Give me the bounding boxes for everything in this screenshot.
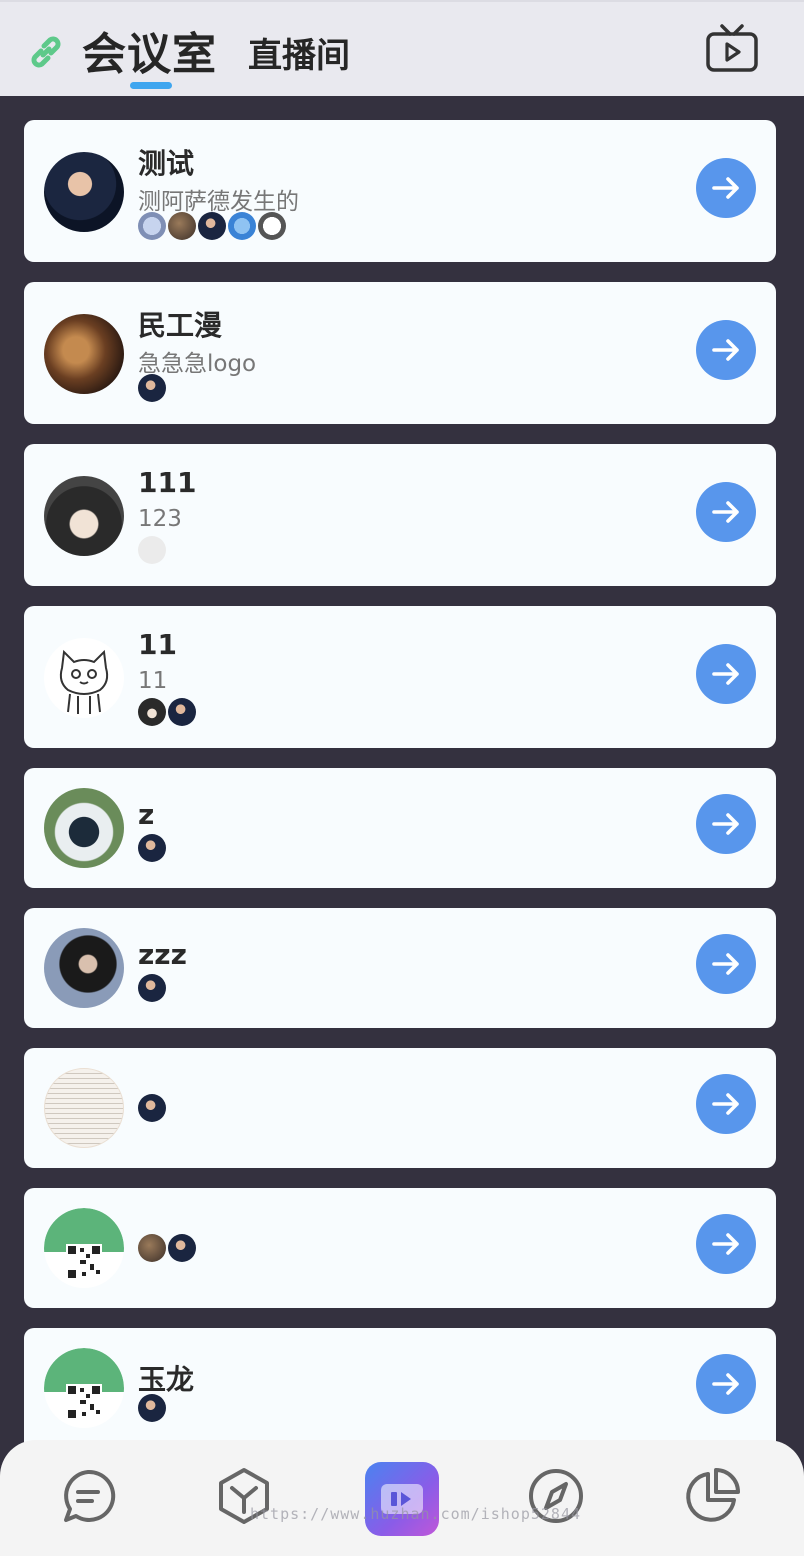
room-subtitle: 123 — [138, 506, 182, 532]
enter-room-button[interactable] — [696, 934, 756, 994]
arrow-right-icon — [712, 663, 739, 685]
top-header: 会议室 直播间 — [0, 0, 804, 96]
room-subtitle: 测阿萨德发生的 — [138, 189, 299, 215]
member-avatar — [138, 536, 166, 564]
enter-room-button[interactable] — [696, 1214, 756, 1274]
enter-room-button[interactable] — [696, 1074, 756, 1134]
arrow-right-icon — [712, 953, 739, 975]
room-card[interactable]: 测试 测阿萨德发生的 — [24, 120, 776, 262]
tv-play-icon[interactable] — [704, 22, 760, 74]
room-avatar — [44, 1208, 124, 1288]
member-avatars — [138, 974, 166, 1004]
active-tab-indicator — [130, 82, 172, 89]
room-avatar — [44, 476, 124, 556]
chat-icon[interactable] — [58, 1466, 118, 1526]
room-card[interactable]: 玉龙 — [24, 1328, 776, 1458]
member-avatars — [138, 212, 286, 242]
room-avatar — [44, 152, 124, 232]
enter-room-button[interactable] — [696, 1354, 756, 1414]
room-avatar — [44, 788, 124, 868]
member-avatars — [138, 834, 166, 864]
arrow-right-icon — [712, 339, 739, 361]
arrow-right-icon — [712, 1233, 739, 1255]
room-avatar — [44, 1068, 124, 1148]
member-avatar — [138, 1394, 166, 1422]
member-avatar — [138, 1094, 166, 1122]
video-camera-icon — [381, 1484, 423, 1514]
cat-sketch-icon — [59, 649, 109, 714]
member-avatar — [138, 698, 166, 726]
room-avatar — [44, 928, 124, 1008]
member-avatars — [138, 374, 166, 404]
room-card[interactable] — [24, 1048, 776, 1168]
member-avatars — [138, 1394, 166, 1424]
room-title: 11 — [138, 628, 177, 661]
qr-code-icon — [44, 1348, 124, 1420]
room-subtitle: 11 — [138, 668, 168, 694]
room-card[interactable]: z — [24, 768, 776, 888]
arrow-right-icon — [712, 1373, 739, 1395]
arrow-right-icon — [712, 177, 739, 199]
room-avatar — [44, 314, 124, 394]
room-subtitle: 急急急logo — [138, 351, 257, 377]
enter-room-button[interactable] — [696, 158, 756, 218]
arrow-right-icon — [712, 1093, 739, 1115]
enter-room-button[interactable] — [696, 482, 756, 542]
bottom-tab-bar — [0, 1440, 804, 1556]
member-avatar — [168, 698, 196, 726]
member-avatars — [138, 698, 196, 728]
room-avatar — [44, 1348, 124, 1428]
tab-live-room[interactable]: 直播间 — [248, 28, 350, 77]
room-avatar — [44, 638, 124, 718]
member-avatar — [168, 1234, 196, 1262]
arrow-right-icon — [712, 501, 739, 523]
member-avatars — [138, 1094, 166, 1124]
link-icon[interactable] — [26, 32, 66, 72]
watermark-text: https://www.huzhan.com/ishop52844 — [250, 1505, 582, 1523]
room-title: 111 — [138, 466, 197, 499]
video-meeting-icon[interactable] — [365, 1462, 439, 1536]
member-avatar — [138, 834, 166, 862]
qr-code-icon — [44, 1208, 124, 1280]
room-title: 民工漫 — [138, 309, 223, 342]
member-avatars — [138, 536, 166, 566]
pie-chart-icon[interactable] — [682, 1466, 742, 1526]
member-avatar — [138, 974, 166, 1002]
room-title: zzz — [138, 938, 187, 971]
member-avatar — [138, 212, 166, 240]
arrow-right-icon — [712, 813, 739, 835]
room-card[interactable]: 11 11 — [24, 606, 776, 748]
enter-room-button[interactable] — [696, 794, 756, 854]
member-avatar — [258, 212, 286, 240]
room-title: 测试 — [138, 147, 195, 180]
enter-room-button[interactable] — [696, 320, 756, 380]
room-title: z — [138, 798, 155, 831]
member-avatar — [198, 212, 226, 240]
member-avatar — [168, 212, 196, 240]
room-card[interactable]: 民工漫 急急急logo — [24, 282, 776, 424]
member-avatar — [228, 212, 256, 240]
room-title: 玉龙 — [138, 1363, 195, 1396]
room-card[interactable] — [24, 1188, 776, 1308]
tab-meeting-room[interactable]: 会议室 — [82, 18, 217, 82]
member-avatar — [138, 374, 166, 402]
member-avatars — [138, 1234, 196, 1264]
enter-room-button[interactable] — [696, 644, 756, 704]
member-avatar — [138, 1234, 166, 1262]
room-card[interactable]: zzz — [24, 908, 776, 1028]
room-card[interactable]: 111 123 — [24, 444, 776, 586]
